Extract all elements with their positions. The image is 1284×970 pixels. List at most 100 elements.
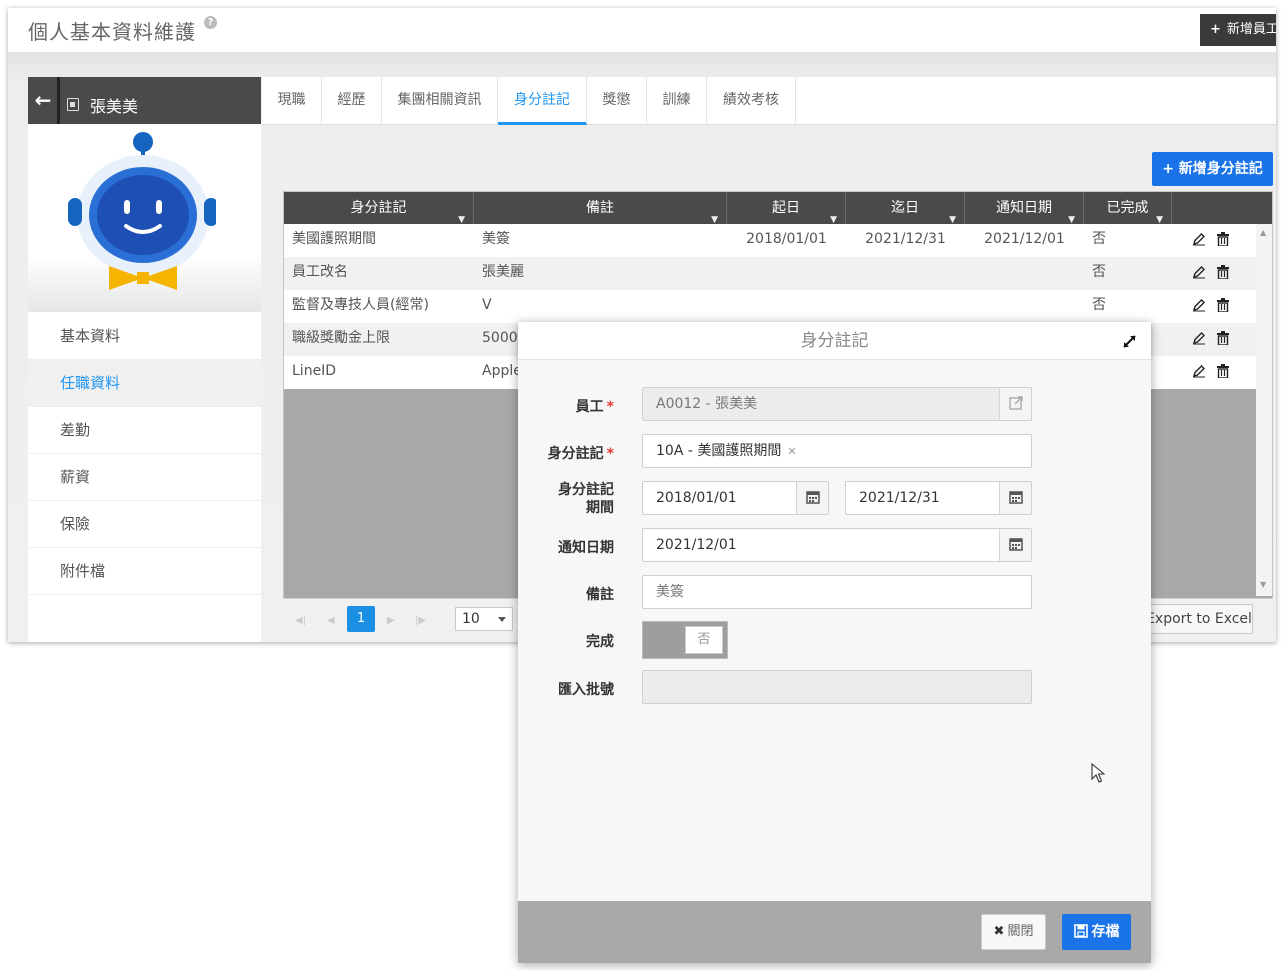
edit-pencil-icon[interactable]: [1192, 265, 1206, 279]
add-employee-button[interactable]: + 新增員工: [1200, 14, 1276, 46]
open-link-icon[interactable]: [999, 388, 1031, 420]
cell-tag: 職級獎勵金上限: [292, 330, 390, 346]
employee-label-text: 員工: [575, 399, 604, 415]
grid-scrollbar[interactable]: ▲ ▼: [1256, 224, 1272, 596]
done-toggle-value: 否: [685, 626, 723, 654]
tag-label-text: 身分註記: [547, 446, 604, 462]
tab-performance[interactable]: 績效考核: [707, 77, 796, 125]
delete-trash-icon[interactable]: [1216, 364, 1230, 378]
column-header[interactable]: 已完成 ▼: [1084, 192, 1172, 225]
edit-pencil-icon[interactable]: [1192, 364, 1206, 378]
remove-tag-icon[interactable]: ✕: [787, 445, 796, 458]
employee-name: 張美美: [90, 97, 139, 116]
add-identity-tag-button[interactable]: + 新增身分註記: [1152, 152, 1273, 186]
table-row[interactable]: 美國護照期間 美簽 2018/01/01 2021/12/31 2021/12/…: [284, 224, 1256, 257]
identity-tag-dialog: 身分註記 員工 * A0012 - 張美美 身分註記 * 10A - 美國護照期間 ✕…: [518, 322, 1151, 963]
prev-page-icon[interactable]: ◀: [327, 615, 335, 626]
cell-start: [727, 290, 846, 323]
delete-trash-icon[interactable]: [1216, 331, 1230, 345]
current-page-button[interactable]: 1: [347, 606, 375, 632]
cell-tag: 監督及專技人員(經常): [292, 297, 429, 313]
cell-done: 否: [1092, 264, 1106, 280]
calendar-icon[interactable]: [796, 482, 828, 514]
column-header[interactable]: 備註 ▼: [474, 192, 727, 225]
tab-identity-tag[interactable]: 身分註記: [498, 77, 587, 125]
maximize-icon[interactable]: [1122, 334, 1137, 349]
tab-training[interactable]: 訓練: [647, 77, 707, 125]
edit-pencil-icon[interactable]: [1192, 331, 1206, 345]
scroll-down-icon[interactable]: ▼: [1260, 580, 1266, 589]
cell-tag: 員工改名: [292, 264, 348, 280]
page-title: 個人基本資料維護: [28, 20, 196, 44]
nav-item-insurance[interactable]: 保險: [28, 501, 261, 548]
dialog-footer: ✖ 關閉 存檔: [518, 901, 1151, 963]
back-arrow-icon[interactable]: ←: [32, 88, 54, 112]
close-icon: ✖: [993, 924, 1005, 939]
tab-group-info[interactable]: 集團相關資訊: [382, 77, 498, 125]
last-page-icon[interactable]: |▶: [415, 615, 426, 626]
dialog-header: 身分註記: [518, 322, 1151, 360]
column-header-label: 已完成: [1106, 200, 1149, 216]
tab-current-job[interactable]: 現職: [262, 77, 322, 125]
save-disk-icon: [1073, 924, 1088, 938]
close-label: 關閉: [1007, 924, 1034, 939]
divider: [57, 77, 60, 124]
dialog-title: 身分註記: [800, 331, 869, 351]
delete-trash-icon[interactable]: [1216, 232, 1230, 246]
cell-end: 2021/12/31: [865, 231, 946, 247]
notify-date-value: 2021/12/01: [656, 537, 737, 553]
edit-pencil-icon[interactable]: [1192, 232, 1206, 246]
table-row[interactable]: 員工改名 張美麗 否: [284, 257, 1256, 290]
edit-pencil-icon[interactable]: [1192, 298, 1206, 312]
note-field[interactable]: 美簽: [642, 575, 1032, 609]
calendar-icon[interactable]: [999, 482, 1031, 514]
delete-trash-icon[interactable]: [1216, 298, 1230, 312]
nav-item-attendance[interactable]: 差勤: [28, 407, 261, 454]
first-page-icon[interactable]: ◀|: [295, 615, 306, 626]
done-toggle[interactable]: 否: [642, 621, 728, 659]
column-header[interactable]: 通知日期 ▼: [965, 192, 1084, 225]
calendar-icon[interactable]: [999, 529, 1031, 561]
table-row[interactable]: 監督及專技人員(經常) V 否: [284, 290, 1256, 323]
next-page-icon[interactable]: ▶: [387, 615, 395, 626]
notify-date-field[interactable]: 2021/12/01: [642, 528, 1032, 562]
employee-label: 員工 *: [518, 396, 614, 416]
employee-value: A0012 - 張美美: [656, 396, 758, 412]
page-size-select[interactable]: 10: [455, 607, 513, 631]
column-header-label: 通知日期: [996, 200, 1052, 216]
nav-item-salary[interactable]: 薪資: [28, 454, 261, 501]
import-batch-field: [642, 670, 1032, 704]
cell-note: 張美麗: [482, 264, 524, 280]
cell-end: [846, 257, 965, 290]
column-header[interactable]: 起日 ▼: [727, 192, 846, 225]
mouse-cursor-icon: [1091, 763, 1105, 783]
period-end-field[interactable]: 2021/12/31: [845, 481, 1032, 515]
export-excel-button[interactable]: Export to Excel: [1145, 604, 1253, 634]
delete-trash-icon[interactable]: [1216, 265, 1230, 279]
dialog-body: 員工 * A0012 - 張美美 身分註記 * 10A - 美國護照期間 ✕ 身分註記…: [518, 360, 1151, 901]
column-header[interactable]: 迄日 ▼: [846, 192, 965, 225]
required-marker: *: [606, 399, 614, 415]
save-label: 存檔: [1091, 924, 1120, 940]
left-nav: 基本資料 任職資料 差勤 薪資 保險 附件檔: [28, 313, 261, 595]
cell-tag: LineID: [292, 363, 337, 379]
nav-item-basic-info[interactable]: 基本資料: [28, 313, 261, 360]
column-header[interactable]: 身分註記 ▼: [284, 192, 474, 225]
scroll-up-icon[interactable]: ▲: [1260, 228, 1266, 237]
employee-header: ← 張美美: [28, 77, 261, 124]
nav-item-attachments[interactable]: 附件檔: [28, 548, 261, 595]
cell-end: [846, 290, 965, 323]
column-header-label: 身分註記: [350, 200, 407, 216]
nav-item-employment[interactable]: 任職資料: [28, 360, 261, 407]
identity-tag-select[interactable]: 10A - 美國護照期間 ✕: [642, 434, 1032, 468]
period-label-line2: 期間: [586, 500, 614, 516]
add-identity-tag-label: 新增身分註記: [1178, 161, 1263, 177]
period-start-field[interactable]: 2018/01/01: [642, 481, 829, 515]
help-icon[interactable]: ?: [204, 16, 217, 29]
cell-tag: 美國護照期間: [292, 231, 376, 247]
tab-rewards[interactable]: 獎懲: [587, 77, 647, 125]
column-header-label: 迄日: [891, 200, 919, 216]
tab-history[interactable]: 經歷: [322, 77, 382, 125]
close-button[interactable]: ✖ 關閉: [981, 914, 1046, 950]
save-button[interactable]: 存檔: [1062, 914, 1131, 950]
